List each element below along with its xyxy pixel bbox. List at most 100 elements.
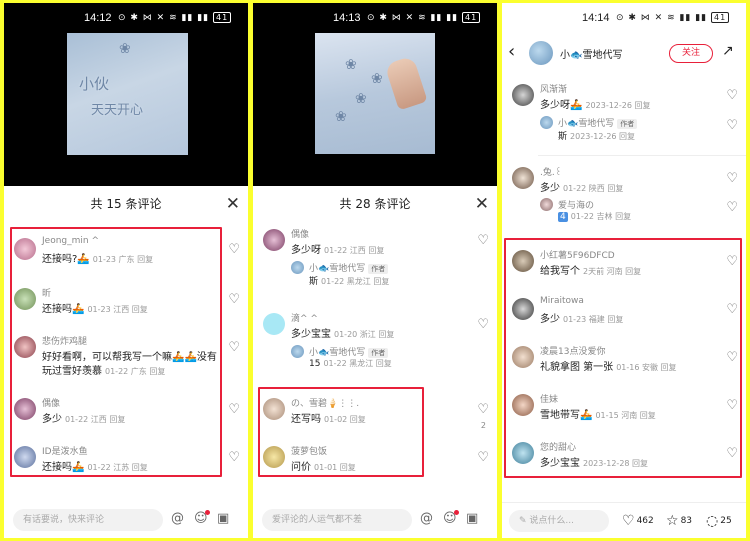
status-icons: ⊙ ✱ ⋈ ✕ ≋ ▮▮ ▮▮ 41 [616, 12, 730, 23]
engagement-bar: ✎ 说点什么... ♡ 462 ☆ 83 ◌ 25 [502, 502, 746, 538]
comments-button[interactable]: ◌ 25 [706, 513, 732, 529]
comment-input[interactable]: ✎ 说点什么... [509, 510, 609, 532]
avatar[interactable] [263, 229, 285, 251]
star-icon: ☆ [666, 513, 679, 529]
comment-text: 多少呀🚣 2023-12-26 回复 [540, 100, 651, 111]
status-bar: 14:12 ⊙ ✱ ⋈ ✕ ≋ ▮▮ ▮▮ 41 [4, 3, 248, 33]
heart-icon[interactable]: ♡ [228, 340, 240, 355]
back-icon[interactable]: ‹ [508, 41, 515, 62]
follow-button[interactable]: 关注 [669, 44, 713, 63]
author-reply[interactable]: 小🐟雪地代写 作者 15 01-22 黑龙江 回复 [289, 345, 497, 373]
battery-icon: 41 [213, 12, 232, 23]
note-header: ‹ 小🐟雪地代写 关注 ↗ [502, 33, 746, 73]
image-icon[interactable]: ▣ [217, 511, 229, 526]
heart-icon[interactable]: ♡ [726, 171, 738, 186]
snow-photo: ❀ 小伙 天天开心 [67, 33, 188, 155]
status-bar: 14:13 ⊙ ✱ ⋈ ✕ ≋ ▮▮ ▮▮ 41 [253, 3, 497, 33]
heart-icon[interactable]: ♡ [477, 233, 489, 248]
comment-text: 多少 01-22 陕西 回复 [540, 183, 624, 194]
share-icon[interactable]: ↗ [722, 43, 734, 59]
heart-icon: ♡ [622, 513, 635, 529]
comment-reply[interactable]: 爱与海の 4 01-22 吉林 回复 ♡ [538, 198, 746, 226]
reply-text: 斯 2023-12-26 回复 [558, 132, 636, 142]
comment-sheet-header: 共 28 条评论 ✕ [253, 186, 497, 222]
comment-author[interactable]: 风渐渐 [540, 82, 567, 95]
heart-icon[interactable]: ♡ [477, 450, 489, 465]
mention-icon[interactable]: @ [171, 511, 184, 526]
comment-input-bar: 有话要说，快来评论 @ ☺ ▣ [4, 502, 248, 538]
status-icons: ⊙ ✱ ⋈ ✕ ≋ ▮▮ ▮▮ 41 [118, 12, 232, 23]
close-icon[interactable]: ✕ [475, 186, 489, 222]
comment-sheet-header: 共 15 条评论 ✕ [4, 186, 248, 222]
snow-writing-line2: 天天开心 [91, 103, 144, 118]
avatar[interactable] [512, 167, 534, 189]
status-icons: ⊙ ✱ ⋈ ✕ ≋ ▮▮ ▮▮ 41 [367, 12, 481, 23]
reply-text: 15 01-22 黑龙江 回复 [309, 359, 392, 369]
avatar[interactable] [540, 116, 553, 129]
avatar[interactable] [540, 198, 553, 211]
avatar[interactable] [512, 84, 534, 106]
clock: 14:13 [333, 12, 361, 24]
author-badge: 作者 [617, 119, 638, 129]
avatar[interactable] [291, 261, 304, 274]
snow-writing-line1: 小伙 [79, 75, 110, 93]
comment-count-title: 共 15 条评论 [90, 197, 162, 211]
reply-author[interactable]: 小🐟雪地代写 作者 [558, 116, 638, 129]
collect-button[interactable]: ☆ 83 [666, 513, 692, 529]
heart-icon[interactable]: ♡ [726, 200, 738, 215]
paw-print: ❀ [371, 71, 383, 87]
highlight-box [504, 238, 742, 478]
heart-icon[interactable]: ♡ [726, 88, 738, 103]
account-name[interactable]: 小🐟雪地代写 [560, 46, 622, 61]
screenshot-panel-2: ❀ ❀ ❀ ❀ 14:13 ⊙ ✱ ⋈ ✕ ≋ ▮▮ ▮▮ 41 共 28 条评… [253, 3, 497, 538]
snow-photo: ❀ ❀ ❀ ❀ [315, 33, 435, 154]
reply-author[interactable]: 爱与海の [558, 198, 594, 211]
reply-author[interactable]: 小🐟雪地代写 作者 [309, 345, 389, 358]
like-button[interactable]: ♡ 462 [622, 513, 654, 529]
close-icon[interactable]: ✕ [226, 186, 240, 222]
notification-dot [205, 510, 210, 515]
comment-count-title: 共 28 条评论 [339, 197, 411, 211]
comment-input[interactable]: 爱评论的人运气都不差 [262, 509, 412, 531]
heart-icon[interactable]: ♡ [477, 402, 489, 417]
paw-print: ❀ [345, 57, 357, 73]
reply-author[interactable]: 小🐟雪地代写 作者 [309, 261, 389, 274]
battery-icon: 41 [711, 12, 730, 23]
author-badge: 作者 [368, 348, 389, 358]
reply-text: 4 01-22 吉林 回复 [558, 212, 632, 222]
clock: 14:14 [582, 12, 610, 24]
heart-icon[interactable]: ♡ [477, 317, 489, 332]
comment-input-bar: 爱评论的人运气都不差 @ ☺ ▣ [253, 502, 497, 538]
notification-dot [454, 510, 459, 515]
comment-bubble-icon: ◌ [706, 513, 719, 529]
paw-print: ❀ [335, 109, 347, 125]
like-count: 2 [480, 421, 486, 430]
heart-icon[interactable]: ♡ [228, 450, 240, 465]
comment-author[interactable]: 偶像 [291, 227, 309, 240]
avatar[interactable] [529, 41, 553, 65]
heart-icon[interactable]: ♡ [228, 242, 240, 257]
image-icon[interactable]: ▣ [466, 511, 478, 526]
author-reply[interactable]: 小🐟雪地代写 作者 斯 2023-12-26 回复 ♡ [538, 116, 746, 144]
comment-input[interactable]: 有话要说，快来评论 [13, 509, 163, 531]
avatar[interactable] [263, 313, 285, 335]
divider [538, 155, 746, 156]
avatar[interactable] [291, 345, 304, 358]
hand [384, 55, 428, 111]
clock: 14:12 [84, 12, 112, 24]
highlight-box [258, 387, 424, 477]
author-badge: 作者 [368, 264, 389, 274]
mention-icon[interactable]: @ [420, 511, 433, 526]
screenshot-panel-3: 14:14 ⊙ ✱ ⋈ ✕ ≋ ▮▮ ▮▮ 41 ‹ 小🐟雪地代写 关注 ↗ 风… [502, 3, 746, 538]
screenshot-panel-1: ❀ 小伙 天天开心 14:12 ⊙ ✱ ⋈ ✕ ≋ ▮▮ ▮▮ 41 共 15 … [4, 3, 248, 538]
author-reply[interactable]: 小🐟雪地代写 作者 斯 01-22 黑龙江 回复 [289, 261, 497, 289]
comment-text: 多少呀 01-22 江西 回复 [291, 245, 385, 256]
paw-print: ❀ [119, 41, 131, 57]
comment-author[interactable]: .兔.꒰ [540, 165, 562, 178]
heart-icon[interactable]: ♡ [726, 118, 738, 133]
comment-author[interactable]: 滴^ ^ [291, 311, 318, 324]
heart-icon[interactable]: ♡ [228, 292, 240, 307]
reply-text: 斯 01-22 黑龙江 回复 [309, 277, 390, 287]
heart-icon[interactable]: ♡ [228, 402, 240, 417]
status-bar: 14:14 ⊙ ✱ ⋈ ✕ ≋ ▮▮ ▮▮ 41 [502, 3, 746, 33]
